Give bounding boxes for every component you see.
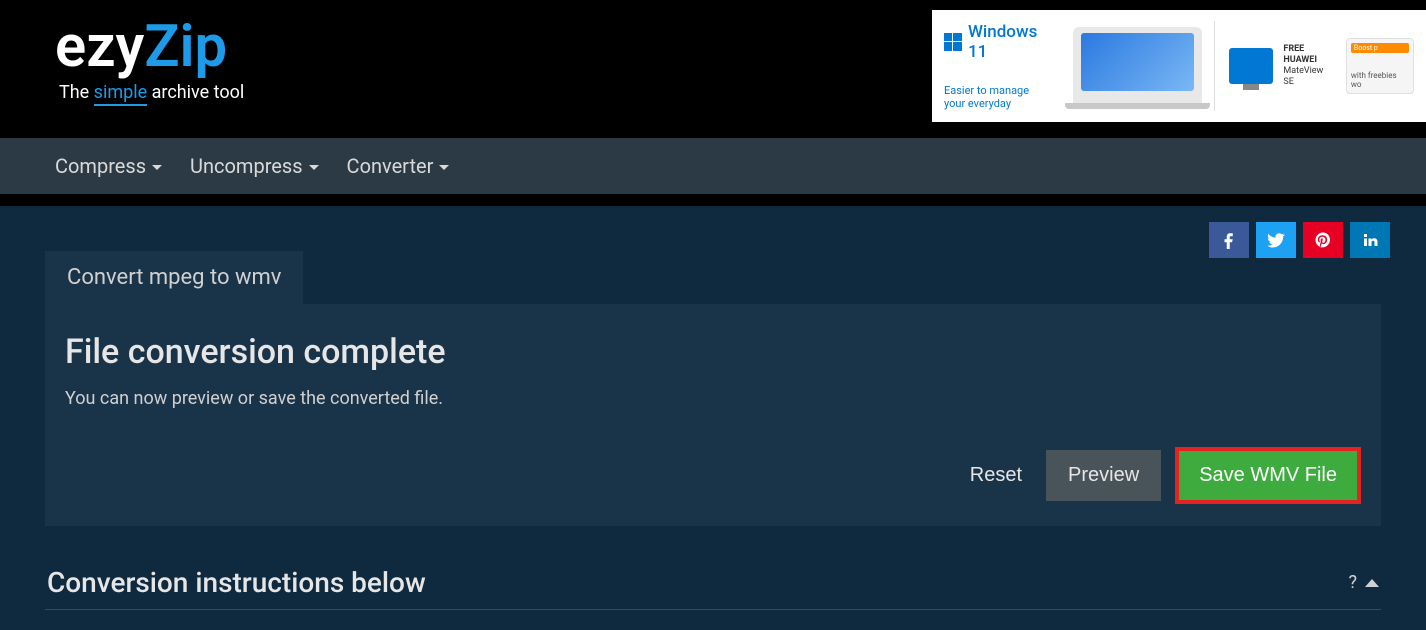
nav-compress[interactable]: Compress xyxy=(55,154,162,178)
ad-sub2: your everyday xyxy=(944,97,1061,110)
ad-free1: FREE xyxy=(1283,44,1336,55)
preview-button[interactable]: Preview xyxy=(1046,450,1161,501)
logo-part1: ezy xyxy=(55,13,144,81)
pinterest-icon xyxy=(1314,231,1332,249)
divider xyxy=(0,194,1426,206)
ad-tag-top: Boost p xyxy=(1351,43,1409,53)
logo: ezyZip xyxy=(55,18,244,76)
heading: File conversion complete xyxy=(65,332,1361,372)
nav-label: Converter xyxy=(347,154,434,178)
windows-logo: Windows 11 xyxy=(944,22,1061,62)
nav-label: Uncompress xyxy=(190,154,303,178)
subheading: You can now preview or save the converte… xyxy=(65,388,1361,409)
tagline-pre: The xyxy=(59,82,94,103)
tagline-mid: simple xyxy=(94,82,147,106)
conversion-panel: File conversion complete You can now pre… xyxy=(45,304,1381,526)
tab-label: Convert mpeg to wmv xyxy=(67,265,281,290)
instructions-toggle[interactable]: Conversion instructions below ? xyxy=(45,566,1381,610)
ad-tag: Boost p with freebies wo xyxy=(1346,38,1414,94)
chevron-down-icon xyxy=(439,165,449,170)
ad-tag-bottom: with freebies wo xyxy=(1351,71,1409,89)
ad-win-label: Windows 11 xyxy=(968,22,1061,62)
chevron-up-icon xyxy=(1365,579,1379,587)
pinterest-button[interactable] xyxy=(1303,222,1343,258)
laptop-icon xyxy=(1073,27,1203,105)
ad-sub1: Easier to manage xyxy=(944,84,1061,97)
facebook-icon xyxy=(1220,231,1238,249)
ad-free3: MateView SE xyxy=(1283,66,1336,88)
help-symbol: ? xyxy=(1348,572,1357,593)
ad-left: Windows 11 Easier to manage your everyda… xyxy=(944,22,1061,110)
instructions-title: Conversion instructions below xyxy=(47,566,426,599)
chevron-down-icon xyxy=(152,165,162,170)
windows-icon xyxy=(944,33,962,51)
ad-free-text: FREE HUAWEI MateView SE xyxy=(1283,44,1336,87)
ad-free2: HUAWEI xyxy=(1283,55,1336,66)
twitter-button[interactable] xyxy=(1256,222,1296,258)
tagline-post: archive tool xyxy=(147,82,244,103)
logo-area[interactable]: ezyZip The simple archive tool xyxy=(0,0,244,103)
reset-button[interactable]: Reset xyxy=(960,452,1032,499)
linkedin-button[interactable] xyxy=(1350,222,1390,258)
save-wmv-button[interactable]: Save WMV File xyxy=(1179,451,1357,500)
logo-part2: Zip xyxy=(144,13,227,81)
instructions-help[interactable]: ? xyxy=(1348,572,1379,593)
linkedin-icon xyxy=(1361,231,1379,249)
social-buttons xyxy=(1209,222,1390,258)
save-button-highlight: Save WMV File xyxy=(1175,447,1361,504)
main-content: Convert mpeg to wmv File conversion comp… xyxy=(0,206,1426,610)
nav-converter[interactable]: Converter xyxy=(347,154,450,178)
chevron-down-icon xyxy=(309,165,319,170)
ad-banner[interactable]: Windows 11 Easier to manage your everyda… xyxy=(932,10,1426,122)
tab-convert[interactable]: Convert mpeg to wmv xyxy=(45,251,303,304)
ad-subtext: Easier to manage your everyday xyxy=(944,84,1061,110)
facebook-button[interactable] xyxy=(1209,222,1249,258)
tagline: The simple archive tool xyxy=(55,82,244,103)
nav-bar: Compress Uncompress Converter xyxy=(0,138,1426,194)
monitor-icon xyxy=(1229,48,1273,84)
nav-uncompress[interactable]: Uncompress xyxy=(190,154,319,178)
header: ezyZip The simple archive tool Windows 1… xyxy=(0,0,1426,138)
action-row: Reset Preview Save WMV File xyxy=(65,447,1361,504)
ad-right: FREE HUAWEI MateView SE Boost p with fre… xyxy=(1214,21,1414,111)
twitter-icon xyxy=(1267,231,1285,249)
nav-label: Compress xyxy=(55,154,146,178)
